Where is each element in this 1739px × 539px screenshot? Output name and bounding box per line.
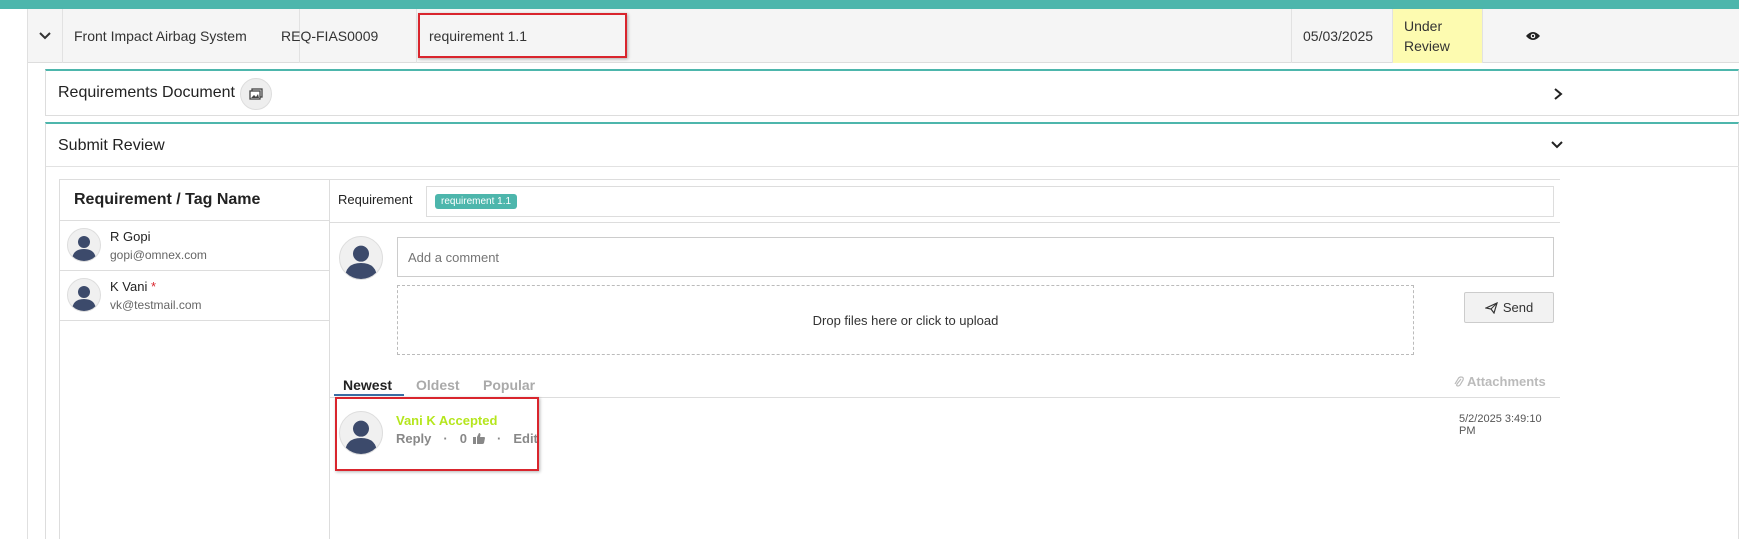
- requirement-tag-field[interactable]: requirement 1.1: [426, 186, 1554, 217]
- view-button[interactable]: [1483, 9, 1583, 63]
- chevron-right-icon[interactable]: [1553, 87, 1563, 101]
- document-preview-button[interactable]: [240, 78, 272, 110]
- reviewer-name-row: K Vani *: [110, 279, 156, 294]
- list-item[interactable]: K Vani * vk@testmail.com: [60, 271, 329, 321]
- status-badge: Under Review: [1393, 9, 1483, 63]
- paperclip-icon: [1454, 375, 1464, 387]
- highlight-box-requirement-name: [418, 13, 627, 58]
- attachments-label: Attachments: [1467, 374, 1546, 389]
- divider: [330, 222, 1560, 223]
- reviewer-list: Requirement / Tag Name R Gopi gopi@omnex…: [59, 179, 330, 539]
- user-silhouette-icon: [345, 245, 377, 279]
- left-gutter: [0, 9, 28, 539]
- requirements-document-title: Requirements Document: [58, 84, 235, 101]
- submit-review-title: Submit Review: [58, 137, 165, 154]
- highlight-box-comment: [335, 397, 539, 471]
- requirement-date: 05/03/2025: [1292, 9, 1393, 63]
- user-silhouette-icon: [72, 286, 96, 311]
- reviewer-name: K Vani: [110, 279, 148, 294]
- file-drop-zone[interactable]: Drop files here or click to upload: [397, 285, 1414, 355]
- top-accent-bar: [0, 0, 1739, 9]
- tab-popular[interactable]: Popular: [483, 377, 535, 393]
- submit-review-header[interactable]: Submit Review: [46, 124, 1739, 167]
- reviewer-email: gopi@omnex.com: [110, 248, 207, 262]
- list-item[interactable]: R Gopi gopi@omnex.com: [60, 221, 329, 271]
- system-name: Front Impact Airbag System: [63, 9, 300, 63]
- chevron-down-icon[interactable]: [1550, 140, 1564, 150]
- avatar: [67, 278, 101, 312]
- current-user-avatar: [339, 236, 383, 280]
- send-label: Send: [1502, 300, 1534, 315]
- requirements-document-panel[interactable]: Requirements Document: [45, 69, 1739, 116]
- comment-timestamp: 5/2/2025 3:49:10 PM: [1459, 413, 1542, 437]
- requirement-id: REQ-FIAS0009: [270, 9, 417, 63]
- user-silhouette-icon: [72, 236, 96, 261]
- eye-icon[interactable]: [1525, 30, 1541, 42]
- chevron-down-icon[interactable]: [38, 31, 52, 41]
- active-tab-indicator: [334, 394, 404, 396]
- comment-input[interactable]: [397, 237, 1554, 277]
- tab-newest[interactable]: Newest: [343, 377, 392, 393]
- requirement-label: Requirement: [338, 192, 413, 207]
- tab-oldest[interactable]: Oldest: [416, 377, 460, 393]
- reviewer-email: vk@testmail.com: [110, 298, 202, 312]
- images-icon: [249, 88, 263, 100]
- requirement-tag: requirement 1.1: [435, 194, 518, 209]
- send-button[interactable]: Send: [1464, 292, 1554, 323]
- avatar: [67, 228, 101, 262]
- reviewer-list-header: Requirement / Tag Name: [60, 180, 329, 221]
- expand-toggle[interactable]: [28, 9, 63, 63]
- reviewer-name: R Gopi: [110, 229, 151, 244]
- required-marker: *: [150, 279, 157, 294]
- paper-plane-icon: [1484, 301, 1498, 314]
- attachments-link[interactable]: Attachments: [1454, 374, 1546, 389]
- comment-area: Requirement requirement 1.1 Drop files h…: [330, 179, 1560, 539]
- requirement-row[interactable]: Front Impact Airbag System REQ-FIAS0009 …: [28, 9, 1739, 63]
